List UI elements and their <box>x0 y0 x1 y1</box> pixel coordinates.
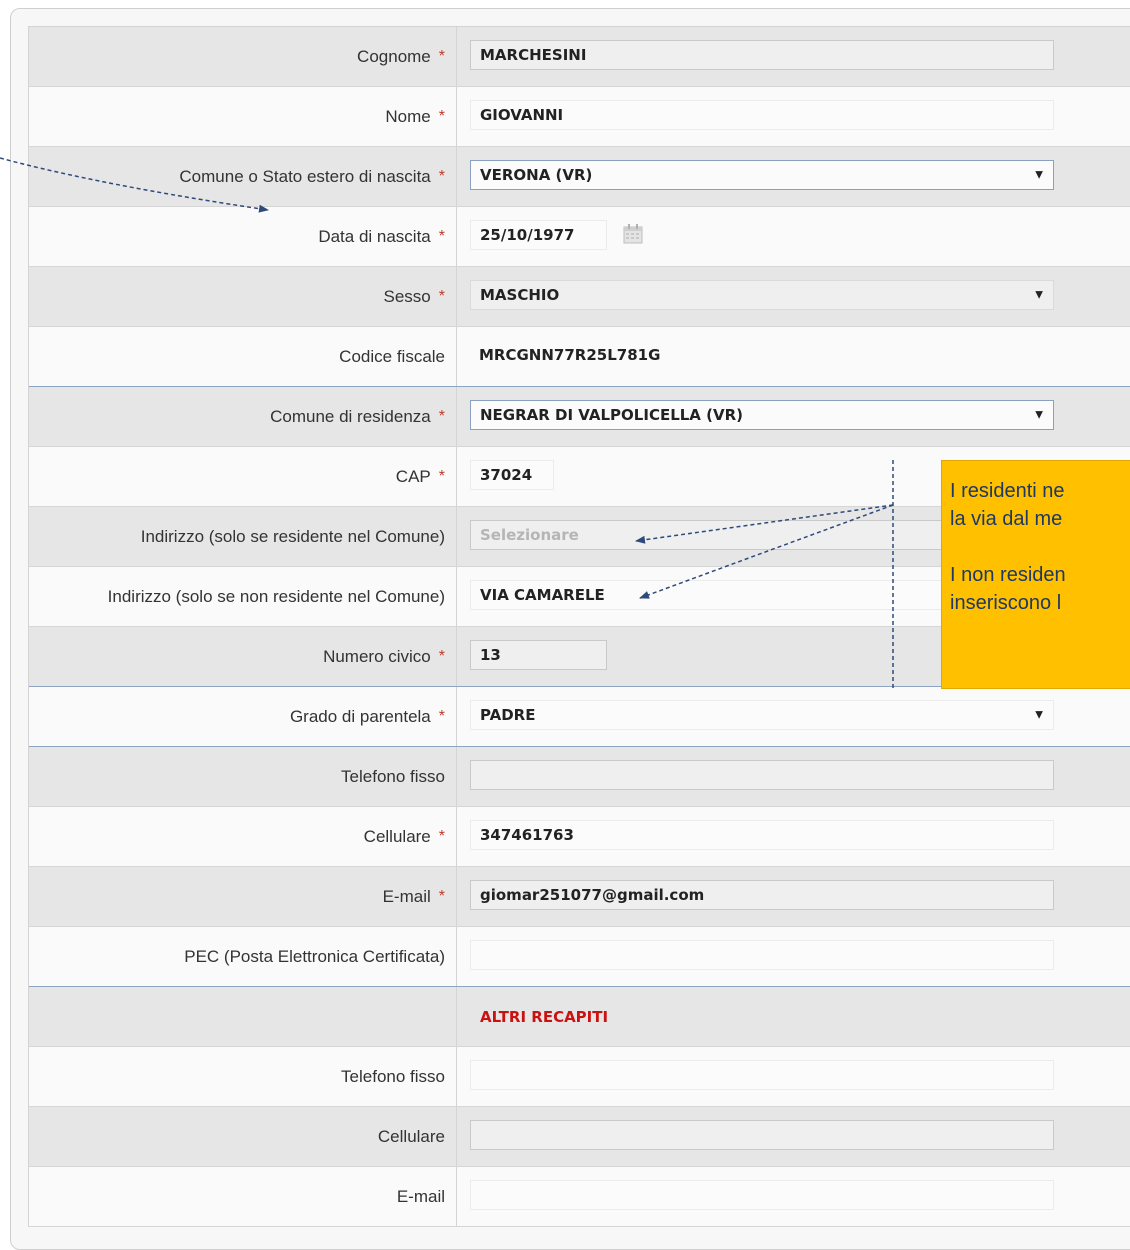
email-input[interactable]: giomar251077@gmail.com <box>470 880 1054 910</box>
section-altri-recapiti: ALTRI RECAPITI <box>29 987 1130 1047</box>
field-label: Comune di residenza <box>270 406 431 426</box>
required-marker: * <box>438 647 445 665</box>
row-comune-residenza: Comune di residenza * NEGRAR DI VALPOLIC… <box>29 387 1130 447</box>
chevron-down-icon: ▼ <box>1035 409 1043 421</box>
row-cognome: Cognome * MARCHESINI <box>29 27 1130 87</box>
altro-cellulare-input[interactable] <box>470 1120 1054 1150</box>
note-line: I residenti ne <box>950 480 1065 502</box>
comune-residenza-select[interactable]: NEGRAR DI VALPOLICELLA (VR) ▼ <box>470 400 1054 430</box>
required-marker: * <box>438 467 445 485</box>
note-line: I non residen <box>950 564 1066 586</box>
altro-telefono-fisso-input[interactable] <box>470 1060 1054 1090</box>
row-codice-fiscale: Codice fiscale MRCGNN77R25L781G <box>29 327 1130 387</box>
telefono-fisso-input[interactable] <box>470 760 1054 790</box>
required-marker: * <box>438 827 445 845</box>
field-label: Indirizzo (solo se non residente nel Com… <box>107 586 445 606</box>
field-label: E-mail <box>382 886 431 906</box>
row-data-nascita: Data di nascita * 25/10/1977 <box>29 207 1130 267</box>
note-line: la via dal me <box>950 508 1063 530</box>
row-grado-parentela: Grado di parentela * PADRE ▼ <box>29 687 1130 747</box>
row-comune-nascita: Comune o Stato estero di nascita * VERON… <box>29 147 1130 207</box>
field-label: Cognome <box>357 46 431 66</box>
row-cellulare: Cellulare * 347461763 <box>29 807 1130 867</box>
row-telefono-fisso: Telefono fisso <box>29 747 1130 807</box>
section-title: ALTRI RECAPITI <box>480 1007 609 1026</box>
field-label: Numero civico <box>323 646 431 666</box>
field-label: CAP <box>395 466 431 486</box>
sesso-select[interactable]: MASCHIO ▼ <box>470 280 1054 310</box>
selected-value: VERONA (VR) <box>480 166 593 184</box>
row-sesso: Sesso * MASCHIO ▼ <box>29 267 1130 327</box>
field-label: Sesso <box>383 286 431 306</box>
nome-input[interactable]: GIOVANNI <box>470 100 1054 130</box>
required-marker: * <box>438 227 445 245</box>
selected-value: MASCHIO <box>480 286 560 304</box>
grado-parentela-select[interactable]: PADRE ▼ <box>470 700 1054 730</box>
field-label: E-mail <box>396 1186 445 1206</box>
cap-input[interactable]: 37024 <box>470 460 554 490</box>
field-label: Comune o Stato estero di nascita <box>179 166 431 186</box>
comune-nascita-select[interactable]: VERONA (VR) ▼ <box>470 160 1054 190</box>
chevron-down-icon: ▼ <box>1035 289 1043 301</box>
required-marker: * <box>438 47 445 65</box>
required-marker: * <box>438 167 445 185</box>
field-label: Telefono fisso <box>341 1066 445 1086</box>
note-line: inseriscono l <box>950 592 1062 614</box>
pec-input[interactable] <box>470 940 1054 970</box>
required-marker: * <box>438 407 445 425</box>
required-marker: * <box>438 287 445 305</box>
chevron-down-icon: ▼ <box>1035 169 1043 181</box>
field-label: Nome <box>385 106 431 126</box>
field-label: Data di nascita <box>318 226 431 246</box>
cellulare-input[interactable]: 347461763 <box>470 820 1054 850</box>
row-nome: Nome * GIOVANNI <box>29 87 1130 147</box>
codice-fiscale-value: MRCGNN77R25L781G <box>479 346 661 364</box>
chevron-down-icon: ▼ <box>1035 709 1043 721</box>
field-label: Cellulare <box>377 1126 445 1146</box>
altro-email-input[interactable] <box>470 1180 1054 1210</box>
field-label: Indirizzo (solo se residente nel Comune) <box>140 526 445 546</box>
row-altro-telefono-fisso: Telefono fisso <box>29 1047 1130 1107</box>
required-marker: * <box>438 107 445 125</box>
selected-value: PADRE <box>480 706 536 724</box>
row-altro-email: E-mail <box>29 1167 1130 1227</box>
data-nascita-input[interactable]: 25/10/1977 <box>470 220 607 250</box>
field-label: Telefono fisso <box>341 766 445 786</box>
required-marker: * <box>438 707 445 725</box>
calendar-icon[interactable] <box>622 223 644 245</box>
required-marker: * <box>438 887 445 905</box>
row-pec: PEC (Posta Elettronica Certificata) <box>29 927 1130 987</box>
field-label: Codice fiscale <box>339 346 445 366</box>
field-label: Cellulare <box>363 826 431 846</box>
annotation-note: I residenti ne la via dal me I non resid… <box>941 460 1130 689</box>
row-altro-cellulare: Cellulare <box>29 1107 1130 1167</box>
field-label: PEC (Posta Elettronica Certificata) <box>184 946 445 966</box>
field-label: Grado di parentela <box>289 706 431 726</box>
cognome-input[interactable]: MARCHESINI <box>470 40 1054 70</box>
row-email: E-mail * giomar251077@gmail.com <box>29 867 1130 927</box>
numero-civico-input[interactable]: 13 <box>470 640 607 670</box>
selected-value: NEGRAR DI VALPOLICELLA (VR) <box>480 406 744 424</box>
